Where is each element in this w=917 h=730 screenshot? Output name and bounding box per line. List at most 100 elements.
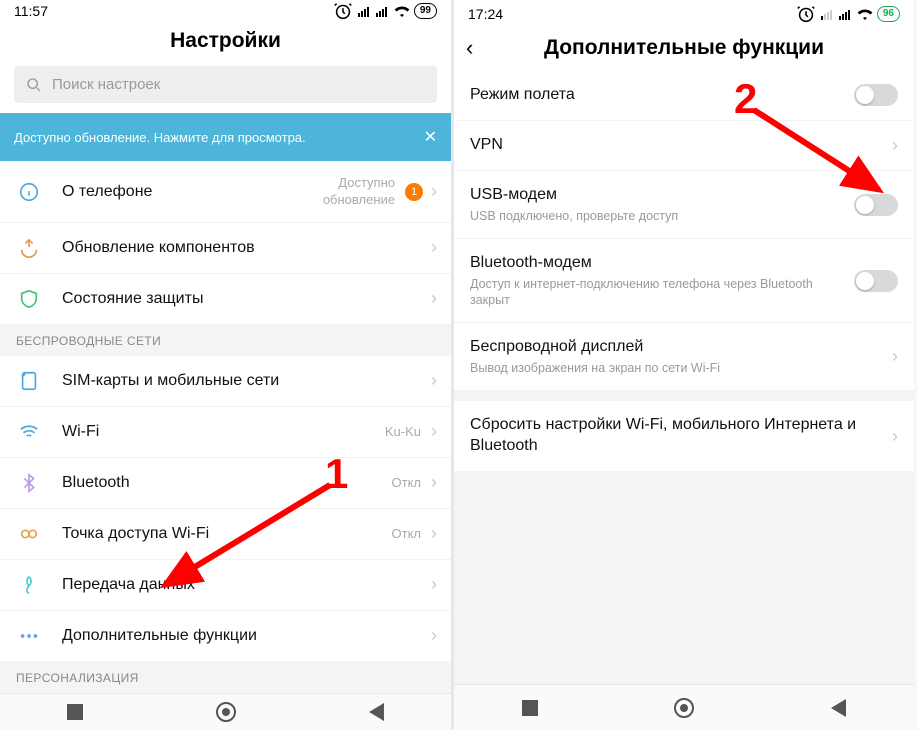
row-about-phone[interactable]: О телефоне Доступно обновление 1 › <box>0 161 451 222</box>
section-personalization-header: ПЕРСОНАЛИЗАЦИЯ <box>0 661 451 693</box>
top-rows: О телефоне Доступно обновление 1 › Обнов… <box>0 161 451 324</box>
shield-icon <box>14 288 44 310</box>
nav-bar <box>454 684 914 730</box>
battery-indicator: 99 <box>414 3 437 19</box>
row-label: Обновление компонентов <box>62 239 255 257</box>
banner-text: Доступно обновление. Нажмите для просмот… <box>14 130 306 145</box>
row-label: Передача данных <box>62 576 195 594</box>
update-icon <box>14 237 44 259</box>
sim-icon <box>14 370 44 392</box>
row-security-status[interactable]: Состояние защиты › <box>0 273 451 324</box>
chevron-right-icon: › <box>431 574 437 595</box>
wifi-icon <box>14 421 44 443</box>
row-subtext: Доступно обновление <box>323 175 395 208</box>
chevron-right-icon: › <box>431 625 437 646</box>
annotation-callout-1: 1 <box>325 450 348 498</box>
battery-indicator: 96 <box>877 6 900 22</box>
signal-2-icon <box>376 5 390 17</box>
close-icon[interactable]: ✕ <box>424 127 437 147</box>
toggle-bt-tether[interactable] <box>854 270 898 292</box>
row-title: VPN <box>470 135 882 156</box>
row-title: Режим полета <box>470 85 844 106</box>
row-wifi[interactable]: Wi-Fi Ku-Ku › <box>0 406 451 457</box>
chevron-right-icon: › <box>431 472 437 493</box>
annotation-callout-2: 2 <box>734 75 757 123</box>
row-airplane-mode[interactable]: Режим полета <box>454 70 914 121</box>
row-subtext: Откл <box>392 526 422 542</box>
status-time: 11:57 <box>14 3 48 19</box>
row-component-update[interactable]: Обновление компонентов › <box>0 222 451 273</box>
row-more-settings[interactable]: Дополнительные функции › <box>0 610 451 661</box>
chevron-right-icon: › <box>431 370 437 391</box>
page-title: Дополнительные функции <box>544 36 824 60</box>
nav-back-button[interactable] <box>831 699 846 717</box>
row-subtext: Откл <box>392 475 422 491</box>
chevron-right-icon: › <box>892 135 898 156</box>
toggle-airplane[interactable] <box>854 84 898 106</box>
row-bluetooth[interactable]: Bluetooth Откл › <box>0 457 451 508</box>
row-vpn[interactable]: VPN › <box>454 121 914 171</box>
alarm-icon <box>332 0 354 22</box>
update-badge: 1 <box>405 183 423 201</box>
row-title: USB-модем <box>470 185 844 206</box>
nav-recent-button[interactable] <box>67 704 83 720</box>
section-wireless-header: БЕСПРОВОДНЫЕ СЕТИ <box>0 324 451 356</box>
row-label: Дополнительные функции <box>62 627 257 645</box>
row-title: Беспроводной дисплей <box>470 337 882 358</box>
row-label: Состояние защиты <box>62 290 203 308</box>
row-label: Точка доступа Wi-Fi <box>62 525 209 543</box>
row-sim[interactable]: SIM-карты и мобильные сети › <box>0 356 451 406</box>
status-icons-group: 96 <box>795 3 900 25</box>
search-placeholder: Поиск настроек <box>52 76 160 93</box>
chevron-right-icon: › <box>892 346 898 367</box>
row-label: Bluetooth <box>62 474 130 492</box>
wireless-rows: SIM-карты и мобильные сети › Wi-Fi Ku-Ku… <box>0 356 451 661</box>
chevron-right-icon: › <box>431 288 437 309</box>
row-title: Bluetooth-модем <box>470 253 844 274</box>
row-hotspot[interactable]: Точка доступа Wi-Fi Откл › <box>0 508 451 559</box>
rows: Режим полета VPN › USB-модем USB подключ… <box>454 70 914 391</box>
row-data-usage[interactable]: Передача данных › <box>0 559 451 610</box>
row-label: О телефоне <box>62 183 152 201</box>
status-icons-group: 99 <box>332 0 437 22</box>
row-desc: Доступ к интернет-подключению телефона ч… <box>470 276 844 309</box>
hotspot-icon <box>14 523 44 545</box>
row-subtext: Ku-Ku <box>385 424 421 440</box>
row-usb-tether[interactable]: USB-модем USB подключено, проверьте дост… <box>454 171 914 239</box>
signal-1-icon <box>821 8 835 20</box>
status-time: 17:24 <box>468 6 503 22</box>
header: ‹ Дополнительные функции <box>454 28 914 70</box>
search-input[interactable]: Поиск настроек <box>14 66 437 103</box>
nav-home-button[interactable] <box>216 702 236 722</box>
update-banner[interactable]: Доступно обновление. Нажмите для просмот… <box>0 113 451 161</box>
wifi-icon <box>394 5 410 17</box>
bluetooth-icon <box>14 472 44 494</box>
alarm-icon <box>795 3 817 25</box>
back-button[interactable]: ‹ <box>466 35 490 61</box>
row-reset-network[interactable]: Сбросить настройки Wi-Fi, мобильного Инт… <box>454 401 914 471</box>
row-label: Wi-Fi <box>62 423 99 441</box>
chevron-right-icon: › <box>892 426 898 447</box>
chevron-right-icon: › <box>431 181 437 202</box>
nav-bar <box>0 693 451 730</box>
toggle-usb-tether[interactable] <box>854 194 898 216</box>
more-icon <box>14 625 44 647</box>
screen-settings-main: 11:57 99 Настройки Поиск настроек Доступ… <box>0 0 454 730</box>
row-desc: USB подключено, проверьте доступ <box>470 208 844 224</box>
row-title: Сбросить настройки Wi-Fi, мобильного Инт… <box>470 415 882 457</box>
row-wireless-display[interactable]: Беспроводной дисплей Вывод изображения н… <box>454 323 914 391</box>
chevron-right-icon: › <box>431 237 437 258</box>
nav-recent-button[interactable] <box>522 700 538 716</box>
nav-back-button[interactable] <box>369 703 384 721</box>
page-title: Настройки <box>170 29 281 53</box>
chevron-right-icon: › <box>431 421 437 442</box>
row-desc: Вывод изображения на экран по сети Wi-Fi <box>470 360 882 376</box>
nav-home-button[interactable] <box>674 698 694 718</box>
header: Настройки <box>0 22 451 62</box>
search-icon <box>26 77 42 93</box>
signal-1-icon <box>358 5 372 17</box>
chevron-right-icon: › <box>431 523 437 544</box>
row-bt-tether[interactable]: Bluetooth-модем Доступ к интернет-подклю… <box>454 239 914 323</box>
status-bar: 17:24 96 <box>454 0 914 28</box>
wifi-icon <box>857 8 873 20</box>
